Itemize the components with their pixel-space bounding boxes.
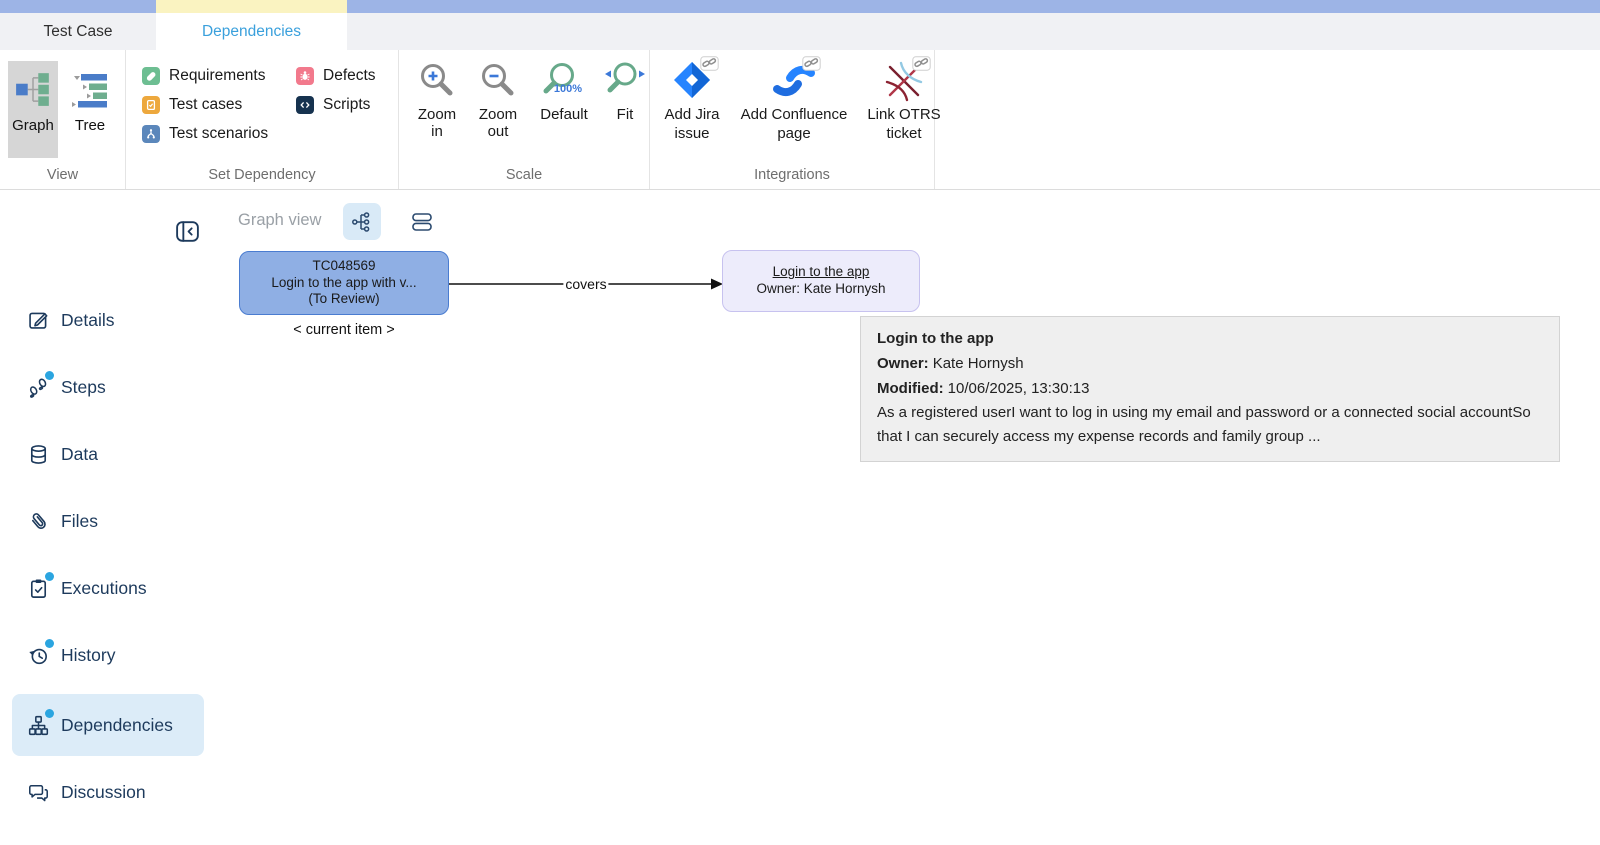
default-scale-button[interactable]: 100% Default bbox=[533, 60, 595, 140]
collapse-panel-button[interactable] bbox=[174, 218, 201, 245]
default-scale-icon: 100% bbox=[541, 60, 587, 106]
graph-button-label: Graph bbox=[12, 117, 54, 134]
test-case-icon bbox=[142, 96, 160, 114]
sidebar-item-files[interactable]: Files bbox=[12, 490, 204, 552]
list-layout-toggle[interactable] bbox=[405, 208, 439, 236]
node-status: (To Review) bbox=[308, 291, 380, 306]
clipboard-check-icon bbox=[27, 571, 54, 600]
link-badge-icon bbox=[802, 56, 821, 71]
test-scenario-icon bbox=[142, 125, 160, 143]
add-defect-button[interactable]: Defects bbox=[296, 67, 376, 85]
notification-dot bbox=[45, 571, 54, 581]
sidebar-item-details[interactable]: Details bbox=[12, 289, 204, 351]
sidebar-item-discussion[interactable]: Discussion bbox=[12, 761, 204, 823]
notification-dot bbox=[45, 708, 54, 718]
tree-button-label: Tree bbox=[74, 117, 106, 134]
current-item-marker: < current item > bbox=[293, 322, 395, 338]
add-requirement-button[interactable]: Requirements bbox=[142, 67, 266, 85]
tooltip-modified-label: Modified: bbox=[877, 380, 944, 397]
graph-node-current-test-case[interactable]: TC048569 Login to the app with v... (To … bbox=[239, 251, 449, 315]
set-dependency-group-label: Set Dependency bbox=[208, 167, 316, 183]
edge-label: covers bbox=[563, 275, 609, 293]
link-badge-icon bbox=[912, 56, 931, 71]
history-clock-icon bbox=[27, 638, 54, 667]
ribbon: Graph Tree View Requirements Test cases … bbox=[0, 50, 1600, 190]
zoom-in-icon bbox=[414, 60, 460, 106]
otrs-icon bbox=[881, 56, 931, 104]
node-owner: Owner: Kate Hornysh bbox=[756, 281, 886, 296]
tooltip-owner-label: Owner: bbox=[877, 355, 929, 372]
link-badge-icon bbox=[700, 56, 719, 71]
add-jira-issue-button[interactable]: Add Jira issue bbox=[660, 56, 724, 142]
notification-dot bbox=[45, 638, 54, 648]
list-layout-icon bbox=[409, 210, 435, 234]
fit-scale-button[interactable]: Fit bbox=[602, 60, 648, 140]
add-test-scenario-button[interactable]: Test scenarios bbox=[142, 125, 268, 143]
ribbon-group-view: Graph Tree View bbox=[0, 50, 126, 189]
ribbon-group-set-dependency: Requirements Test cases Test scenarios D… bbox=[126, 50, 399, 189]
dependencies-tree-icon bbox=[27, 708, 54, 737]
tab-test-case[interactable]: Test Case bbox=[0, 13, 156, 50]
link-otrs-ticket-button[interactable]: Link OTRS ticket bbox=[864, 56, 944, 142]
chat-bubbles-icon bbox=[27, 781, 50, 804]
fit-scale-icon bbox=[602, 60, 648, 106]
tab-dependencies[interactable]: Dependencies bbox=[156, 13, 347, 50]
graph-view-button[interactable]: Graph bbox=[8, 61, 58, 158]
requirement-icon bbox=[142, 67, 160, 85]
view-group-label: View bbox=[46, 167, 79, 183]
active-tab-highlight bbox=[156, 0, 347, 13]
ribbon-group-scale: Zoom in Zoom out 100% Default Fit Scale bbox=[399, 50, 650, 189]
graph-view-label: Graph view bbox=[238, 211, 322, 229]
jira-icon bbox=[669, 56, 719, 104]
edit-icon bbox=[27, 309, 50, 332]
ribbon-group-integrations: Add Jira issue Add Confluence page Link … bbox=[650, 50, 941, 189]
tooltip-description: As a registered userI want to log in usi… bbox=[877, 404, 1531, 445]
notification-dot bbox=[45, 370, 54, 380]
sidebar-item-data[interactable]: Data bbox=[12, 423, 204, 485]
zoom-in-button[interactable]: Zoom in bbox=[411, 60, 463, 140]
sidebar-item-steps[interactable]: Steps bbox=[12, 356, 204, 418]
graph-layout-toggle[interactable] bbox=[343, 203, 381, 240]
scale-group-label: Scale bbox=[505, 167, 543, 183]
script-icon bbox=[296, 96, 314, 114]
defect-icon bbox=[296, 67, 314, 85]
confluence-icon bbox=[771, 56, 821, 104]
tooltip-title: Login to the app bbox=[877, 330, 994, 347]
database-icon bbox=[27, 443, 50, 466]
add-confluence-page-button[interactable]: Add Confluence page bbox=[738, 56, 850, 142]
tooltip-modified-value: 10/06/2025, 13:30:13 bbox=[947, 380, 1090, 397]
sidebar-item-executions[interactable]: Executions bbox=[12, 557, 204, 619]
tooltip-owner-value: Kate Hornysh bbox=[932, 355, 1024, 372]
integrations-group-label: Integrations bbox=[754, 167, 830, 183]
graph-layout-icon bbox=[350, 210, 374, 234]
svg-text:100%: 100% bbox=[554, 83, 582, 95]
node-title-link[interactable]: Login to the app bbox=[723, 263, 919, 280]
zoom-out-icon bbox=[475, 60, 521, 106]
footsteps-icon bbox=[27, 370, 54, 399]
dependency-edge: covers bbox=[449, 275, 723, 293]
graph-node-requirement[interactable]: Login to the app Owner: Kate Hornysh bbox=[722, 250, 920, 312]
add-script-button[interactable]: Scripts bbox=[296, 96, 370, 114]
add-test-case-button[interactable]: Test cases bbox=[142, 96, 242, 114]
ribbon-tab-row: Test Case Dependencies bbox=[0, 13, 1600, 50]
graph-icon bbox=[14, 70, 52, 108]
tree-icon bbox=[70, 70, 110, 108]
sidebar-item-dependencies[interactable]: Dependencies bbox=[12, 694, 204, 756]
paperclip-icon bbox=[27, 510, 50, 533]
sidebar-item-history[interactable]: History bbox=[12, 624, 204, 686]
node-title: Login to the app with v... bbox=[271, 274, 417, 290]
tree-view-button[interactable]: Tree bbox=[64, 61, 116, 158]
node-id: TC048569 bbox=[312, 258, 376, 273]
node-tooltip: Login to the app Owner: Kate Hornysh Modi… bbox=[860, 316, 1560, 462]
zoom-out-button[interactable]: Zoom out bbox=[470, 60, 526, 140]
